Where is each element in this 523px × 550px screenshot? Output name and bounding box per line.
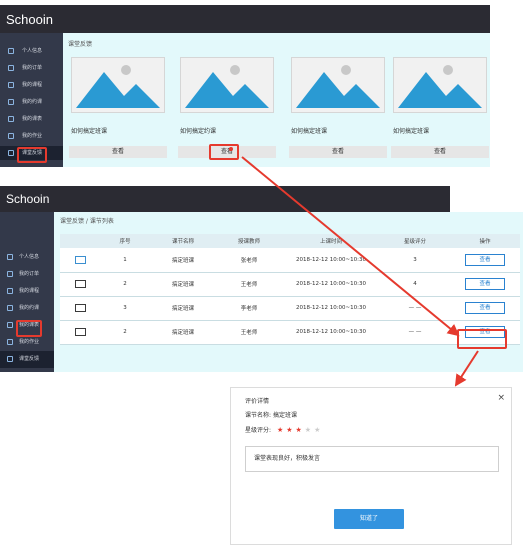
arrow-to-view-button [241,156,460,337]
arrow-to-dialog [454,350,479,387]
annotation-arrows [241,156,479,387]
